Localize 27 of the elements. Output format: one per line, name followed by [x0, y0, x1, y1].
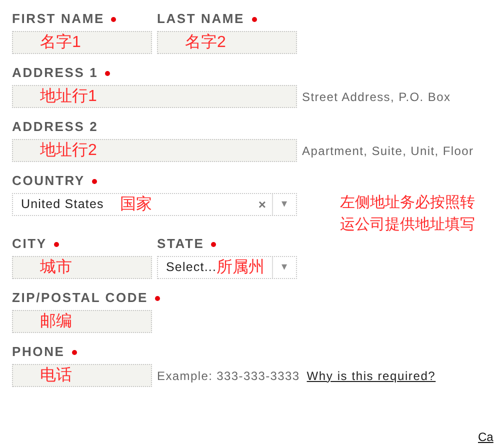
help-link[interactable]: Why is this required?: [306, 366, 436, 384]
input-field[interactable]: 名字1: [12, 31, 152, 54]
field-label: LAST NAME: [157, 11, 245, 27]
field-label: ZIP/POSTAL CODE: [12, 290, 148, 306]
field-label: FIRST NAME: [12, 11, 104, 27]
input-field[interactable]: 地址行1: [12, 85, 297, 108]
input-field[interactable]: 电话: [12, 364, 152, 387]
hint-text: Example: 333-333-3333: [157, 368, 300, 384]
field-label: ADDRESS 1: [12, 65, 98, 81]
input-field[interactable]: 邮编: [12, 310, 152, 333]
field-label: ADDRESS 2: [12, 119, 98, 135]
annotation: 国家: [120, 194, 152, 214]
footer-link[interactable]: Ca: [478, 428, 494, 445]
hint-text: Apartment, Suite, Unit, Floor: [302, 142, 474, 160]
select-field[interactable]: Select...所属州 ▾: [157, 256, 297, 279]
field-label: CITY: [12, 236, 47, 252]
hint-text: Street Address, P.O. Box: [302, 88, 451, 106]
annotation: 所属州: [216, 258, 265, 278]
field-label: PHONE: [12, 344, 65, 360]
field-label: STATE: [157, 236, 204, 252]
input-field[interactable]: 城市: [12, 256, 152, 279]
input-field[interactable]: 名字2: [157, 31, 297, 54]
input-field[interactable]: 地址行2: [12, 139, 297, 162]
annotation-note: 左侧地址务必按照转运公司提供地址填写: [340, 193, 476, 235]
clear-button[interactable]: ×: [252, 194, 272, 214]
select-field[interactable]: United States 国家 × ▾: [12, 193, 297, 216]
field-label: COUNTRY: [12, 173, 85, 189]
